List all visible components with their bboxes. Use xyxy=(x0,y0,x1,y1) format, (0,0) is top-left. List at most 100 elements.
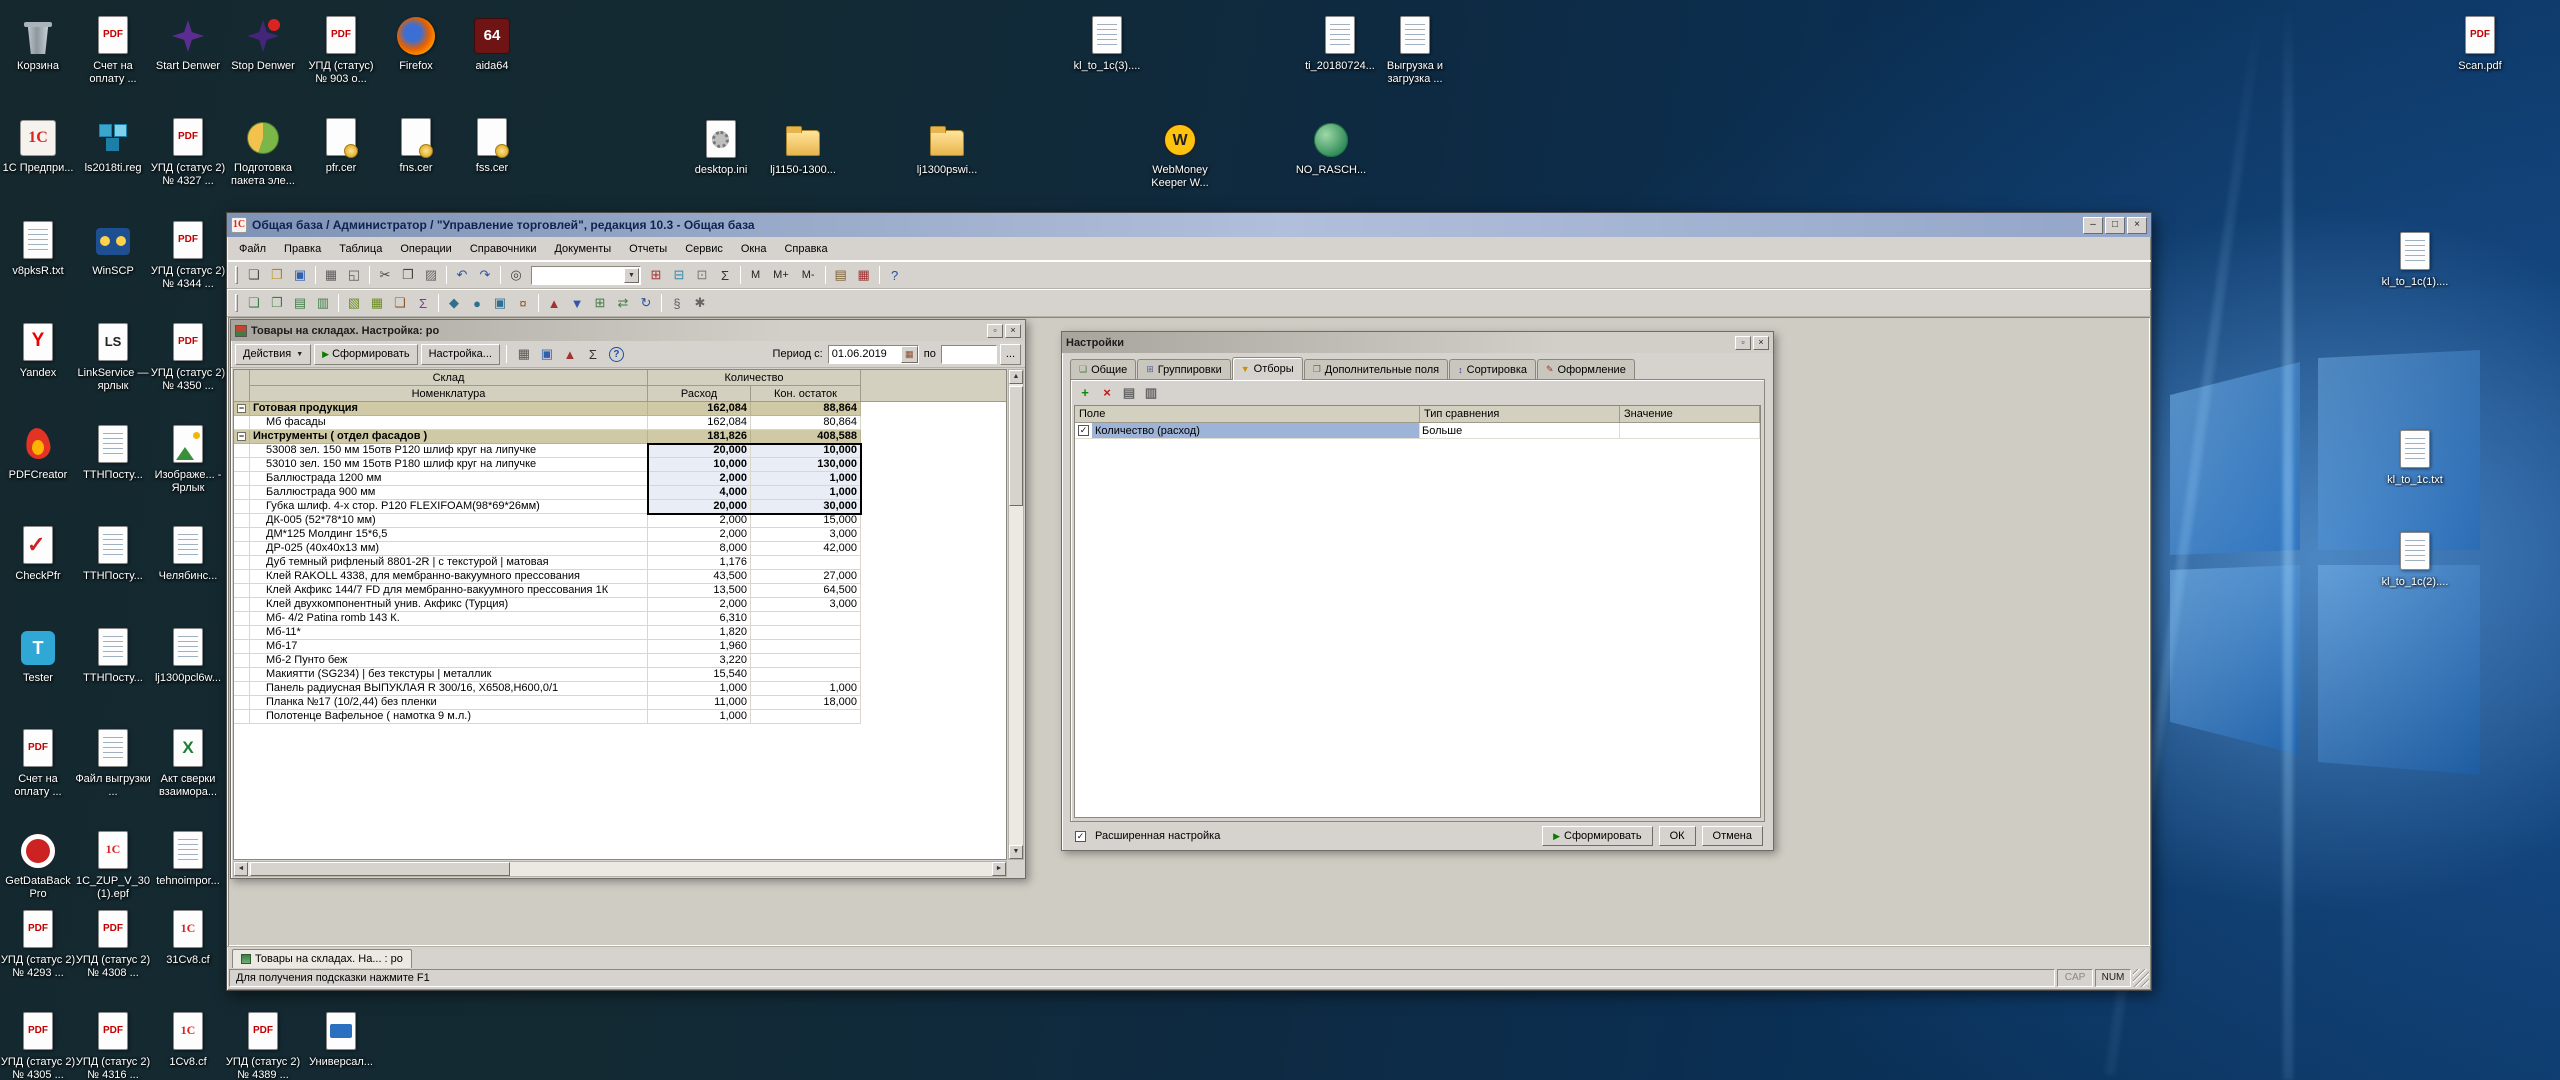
cell-balance[interactable]: 15,000 xyxy=(751,514,861,528)
cell-balance[interactable] xyxy=(751,640,861,654)
cut-icon[interactable]: ✂ xyxy=(374,264,396,286)
scroll-right-icon[interactable]: ► xyxy=(992,862,1006,876)
purchase-documents-icon[interactable]: ❐ xyxy=(266,292,288,314)
memory-add-button[interactable]: М+ xyxy=(767,264,795,286)
cell-balance[interactable]: 42,000 xyxy=(751,542,861,556)
cell-expense[interactable]: 15,540 xyxy=(648,668,751,682)
desktop-icon-pdf[interactable]: PDFУПД (статус 2) № 4308 ... xyxy=(75,908,151,980)
documents-journal-icon[interactable]: ▥ xyxy=(312,292,334,314)
cell-nomenclature[interactable]: Мб-17 xyxy=(250,640,648,654)
cell-expense[interactable]: 13,500 xyxy=(648,584,751,598)
print-icon[interactable]: ▦ xyxy=(320,264,342,286)
desktop-icon-pdf[interactable]: PDFУПД (статус 2) № 4293 ... xyxy=(0,908,76,980)
desktop-icon-pdf[interactable]: PDFУПД (статус 2) № 4389 ... xyxy=(225,1010,301,1080)
filter-comparison-cell[interactable]: Больше xyxy=(1420,423,1620,438)
desktop-icon-doc[interactable]: Выгрузка и загрузка ... xyxy=(1377,14,1453,86)
menu-item-2[interactable]: Правка xyxy=(276,240,329,258)
header-kolichestvo[interactable]: Количество xyxy=(648,370,861,386)
settings-title-bar[interactable]: Настройки xyxy=(1062,332,1773,353)
cell-nomenclature[interactable]: ДР-025 (40x40x13 мм) xyxy=(250,542,648,556)
save-icon[interactable]: ▣ xyxy=(289,264,311,286)
menu-item-6[interactable]: Документы xyxy=(546,240,619,258)
desktop-icon-link[interactable]: LSLinkService — ярлык xyxy=(75,321,151,393)
quick-select-combo[interactable]: ▼ xyxy=(531,266,641,285)
cell-nomenclature[interactable]: Губка шлиф. 4-х стор. Р120 FLEXIFOAM(98*… xyxy=(250,500,648,514)
desktop-icon-file1c[interactable]: 1С1C_ZUP_V_30 (1).epf xyxy=(75,829,151,901)
cell-expense[interactable]: 1,176 xyxy=(648,556,751,570)
cell-balance[interactable] xyxy=(751,654,861,668)
main-title-bar[interactable]: 1С Общая база / Администратор / "Управле… xyxy=(227,213,2151,237)
settings-generate-button[interactable]: ▶ Сформировать xyxy=(1542,826,1652,846)
desktop-icon-denwerStop[interactable]: Stop Denwer xyxy=(225,14,301,73)
desktop-icon-doc[interactable]: ti_20180724... xyxy=(1302,14,1378,73)
menu-item-10[interactable]: Справка xyxy=(776,240,835,258)
desktop-icon-pdf[interactable]: PDFСчет на оплату ... xyxy=(75,14,151,86)
cell-nomenclature[interactable]: Готовая продукция xyxy=(250,402,648,416)
cell-expense[interactable]: 1,000 xyxy=(648,710,751,724)
open-icon[interactable]: ❐ xyxy=(266,264,288,286)
counterparties-icon[interactable]: ● xyxy=(466,292,488,314)
period-from-input[interactable] xyxy=(829,346,901,363)
cell-balance[interactable] xyxy=(751,710,861,724)
calendar-picker-icon[interactable]: ▦ xyxy=(901,346,918,363)
chart-icon[interactable]: ▼ xyxy=(566,292,588,314)
cell-expense[interactable]: 1,000 xyxy=(648,682,751,696)
cell-expense[interactable]: 1,960 xyxy=(648,640,751,654)
cell-nomenclature[interactable]: 53008 зел. 150 мм 15отв Р120 шлиф круг н… xyxy=(250,444,648,458)
cell-expense[interactable]: 1,820 xyxy=(648,626,751,640)
advanced-settings-checkbox[interactable]: ✓ xyxy=(1075,831,1086,842)
cell-expense[interactable]: 10,000 xyxy=(648,458,751,472)
desktop-icon-pdf[interactable]: PDFУПД (статус 2) № 4350 ... xyxy=(150,321,226,393)
cell-nomenclature[interactable]: Мб-2 Пунто беж xyxy=(250,654,648,668)
cell-balance[interactable] xyxy=(751,626,861,640)
horizontal-scrollbar[interactable]: ◄ ► xyxy=(233,861,1007,877)
goods-catalog-icon[interactable]: ◆ xyxy=(443,292,465,314)
cell-balance[interactable]: 80,864 xyxy=(751,416,861,430)
cell-balance[interactable]: 130,000 xyxy=(751,458,861,472)
cell-balance[interactable]: 30,000 xyxy=(751,500,861,514)
cell-expense[interactable]: 11,000 xyxy=(648,696,751,710)
cell-nomenclature[interactable]: Баллюстрада 1200 мм xyxy=(250,472,648,486)
cell-nomenclature[interactable]: Клей Акфикс 144/7 FD для мембранно-вакуу… xyxy=(250,584,648,598)
desktop-icon-doc[interactable]: kl_to_1c.txt xyxy=(2377,428,2453,487)
collapse-expander-icon[interactable]: − xyxy=(237,404,246,413)
cell-expense[interactable]: 162,084 xyxy=(648,402,751,416)
cell-expense[interactable]: 2,000 xyxy=(648,598,751,612)
update-icon[interactable]: ↻ xyxy=(635,292,657,314)
help-icon[interactable]: ? xyxy=(609,347,624,362)
settings-icon[interactable]: ✱ xyxy=(689,292,711,314)
desktop-icon-doc[interactable]: v8pksR.txt xyxy=(0,219,76,278)
cash-documents-icon[interactable]: ▧ xyxy=(343,292,365,314)
cell-nomenclature[interactable]: Баллюстрада 900 мм xyxy=(250,486,648,500)
sales-documents-icon[interactable]: ❏ xyxy=(243,292,265,314)
cell-balance[interactable]: 88,864 xyxy=(751,402,861,416)
cell-balance[interactable]: 18,000 xyxy=(751,696,861,710)
desktop-icon-doc[interactable]: kl_to_1c(1).... xyxy=(2377,230,2453,289)
desktop-icon-folder[interactable]: lj1300pswi... xyxy=(909,118,985,177)
desktop-icon-pkg[interactable]: Подготовка пакета эле... xyxy=(225,116,301,188)
desktop-icon-doc[interactable]: kl_to_1c(3).... xyxy=(1069,14,1145,73)
undo-icon[interactable]: ↶ xyxy=(451,264,473,286)
ok-button[interactable]: ОК xyxy=(1659,826,1696,846)
desktop-icon-pdf[interactable]: PDFУПД (статус 2) № 4316 ... xyxy=(75,1010,151,1080)
copy-icon[interactable]: ❐ xyxy=(397,264,419,286)
vertical-scrollbar[interactable]: ▲ ▼ xyxy=(1008,369,1024,860)
desktop-icon-gdb[interactable]: GetDataBack Pro xyxy=(0,829,76,901)
scroll-down-icon[interactable]: ▼ xyxy=(1009,845,1023,859)
tab-gruppirovki[interactable]: ⊞Группировки xyxy=(1137,359,1230,379)
filter-checkbox[interactable]: ✓ xyxy=(1078,425,1089,436)
cell-expense[interactable]: 20,000 xyxy=(648,500,751,514)
desktop-icon-doc[interactable]: kl_to_1c(2).... xyxy=(2377,530,2453,589)
calculator-icon[interactable]: ▤ xyxy=(830,264,852,286)
purchases-report-icon[interactable]: ❏ xyxy=(389,292,411,314)
prices-icon[interactable]: ¤ xyxy=(512,292,534,314)
cell-balance[interactable] xyxy=(751,612,861,626)
memory-recall-button[interactable]: М xyxy=(745,264,766,286)
cell-expense[interactable]: 4,000 xyxy=(648,486,751,500)
desktop-icon-doc[interactable]: Челябинс... xyxy=(150,524,226,583)
cell-nomenclature[interactable]: ДМ*125 Молдинг 15*6,5 xyxy=(250,528,648,542)
desktop-icon-globe[interactable]: NO_RASCH... xyxy=(1293,118,1369,177)
desktop-icon-doc[interactable]: ТТНПосту... xyxy=(75,423,151,482)
find-icon[interactable]: ◎ xyxy=(505,264,527,286)
nomenclature-icon[interactable]: ▣ xyxy=(489,292,511,314)
